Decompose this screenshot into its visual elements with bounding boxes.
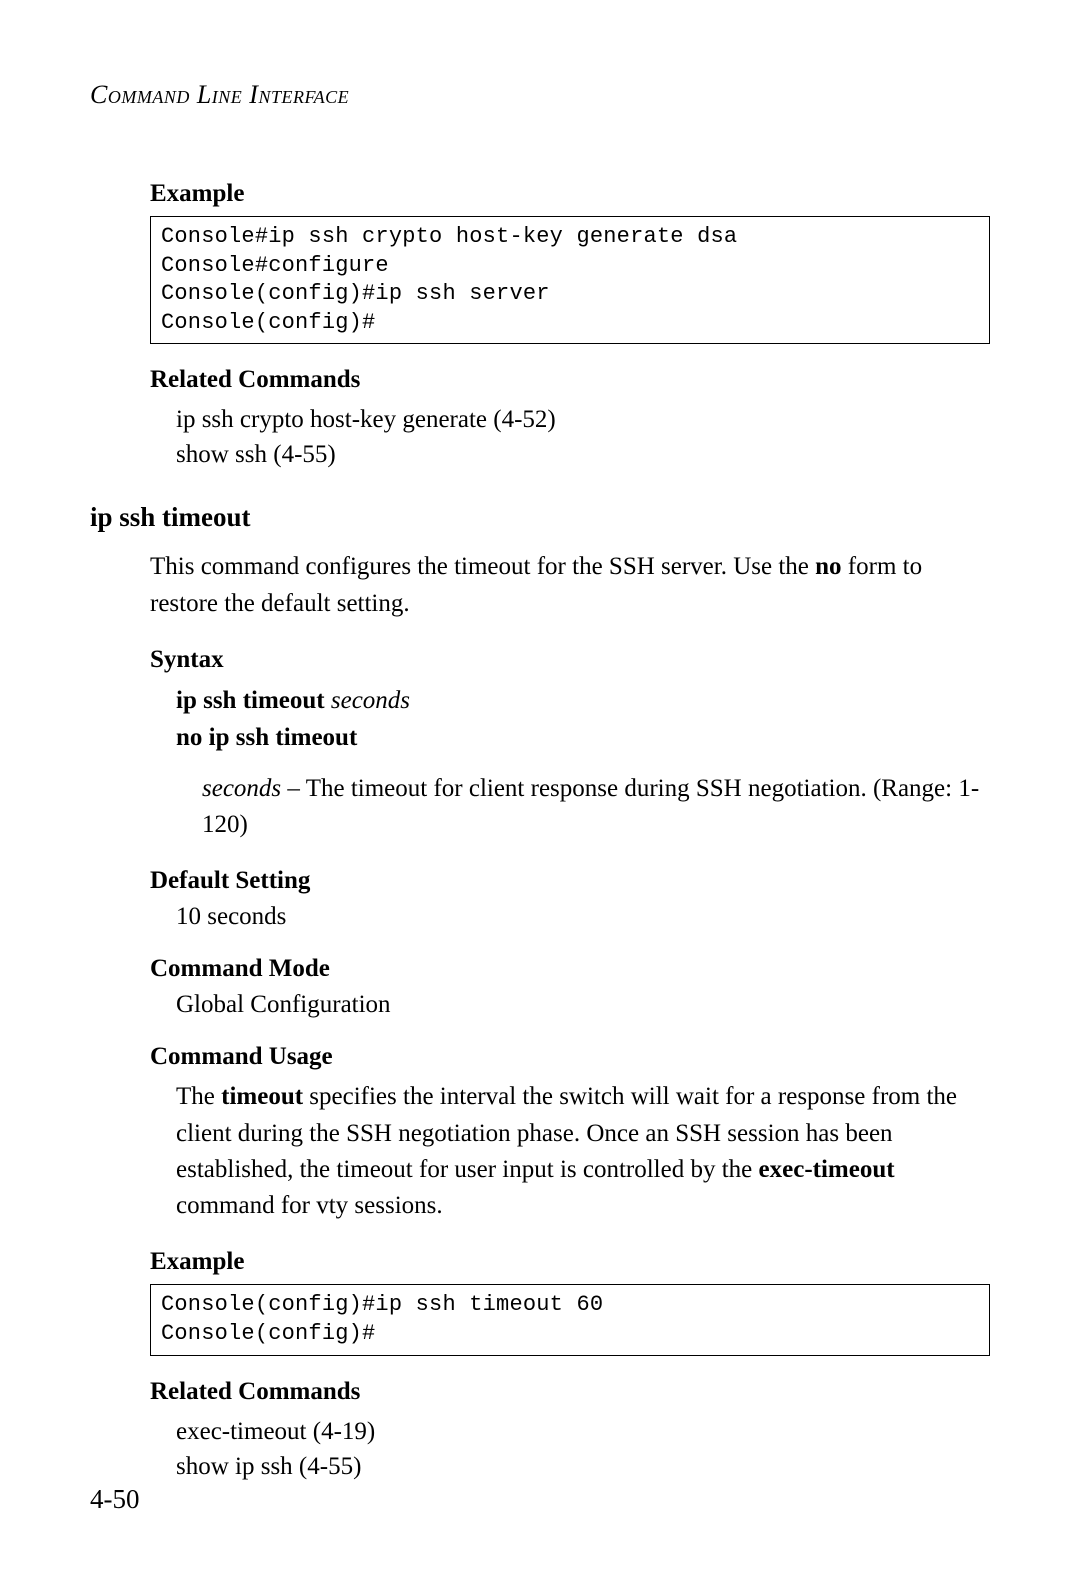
related-2-item: exec-timeout (4-19): [176, 1414, 990, 1449]
default-setting-value: 10 seconds: [176, 903, 990, 931]
section-title: ip ssh timeout: [90, 502, 990, 533]
syntax-cmd: ip ssh timeout: [176, 687, 325, 714]
related-2-label: Related Commands: [150, 1378, 990, 1406]
example-1-block: Example Console#ip ssh crypto host-key g…: [150, 180, 990, 344]
page: Command Line Interface Example Console#i…: [0, 0, 1080, 1570]
syntax-cmd: no ip ssh timeout: [176, 724, 357, 751]
command-mode-label: Command Mode: [150, 955, 990, 983]
default-setting-label: Default Setting: [150, 867, 990, 895]
usage-pre: The: [176, 1083, 221, 1110]
example-1-label: Example: [150, 180, 990, 208]
syntax-label: Syntax: [150, 646, 990, 674]
syntax-line-1: ip ssh timeout seconds: [176, 682, 990, 720]
example-2-label: Example: [150, 1248, 990, 1276]
running-head: Command Line Interface: [90, 80, 990, 110]
usage-bold-2: exec-timeout: [759, 1156, 895, 1183]
section-intro: This command configures the timeout for …: [150, 549, 990, 622]
usage-post: command for vty sessions.: [176, 1192, 443, 1219]
page-number: 4-50: [90, 1484, 140, 1515]
usage-bold-1: timeout: [221, 1083, 303, 1110]
section: ip ssh timeout: [90, 502, 990, 533]
intro-text: This command configures the timeout for …: [150, 553, 815, 580]
param-desc-text: – The timeout for client response during…: [202, 775, 979, 838]
command-mode-value: Global Configuration: [176, 991, 990, 1019]
syntax-param-desc: seconds – The timeout for client respons…: [202, 771, 990, 844]
param-arg: seconds: [202, 775, 281, 802]
related-1-label: Related Commands: [150, 366, 990, 394]
example-1-code: Console#ip ssh crypto host-key generate …: [150, 216, 990, 344]
related-1-list: ip ssh crypto host-key generate (4-52) s…: [176, 402, 990, 472]
intro-bold: no: [815, 553, 841, 580]
section-body: This command configures the timeout for …: [150, 549, 990, 1483]
command-usage-label: Command Usage: [150, 1043, 990, 1071]
related-2-list: exec-timeout (4-19) show ip ssh (4-55): [176, 1414, 990, 1484]
related-commands-1: Related Commands ip ssh crypto host-key …: [150, 366, 990, 472]
command-usage-text: The timeout specifies the interval the s…: [176, 1079, 990, 1224]
example-2-code: Console(config)#ip ssh timeout 60 Consol…: [150, 1284, 990, 1355]
related-1-item: ip ssh crypto host-key generate (4-52): [176, 402, 990, 437]
related-2-item: show ip ssh (4-55): [176, 1449, 990, 1484]
related-1-item: show ssh (4-55): [176, 437, 990, 472]
syntax-line-2: no ip ssh timeout: [176, 719, 990, 757]
syntax-arg: seconds: [331, 687, 410, 714]
